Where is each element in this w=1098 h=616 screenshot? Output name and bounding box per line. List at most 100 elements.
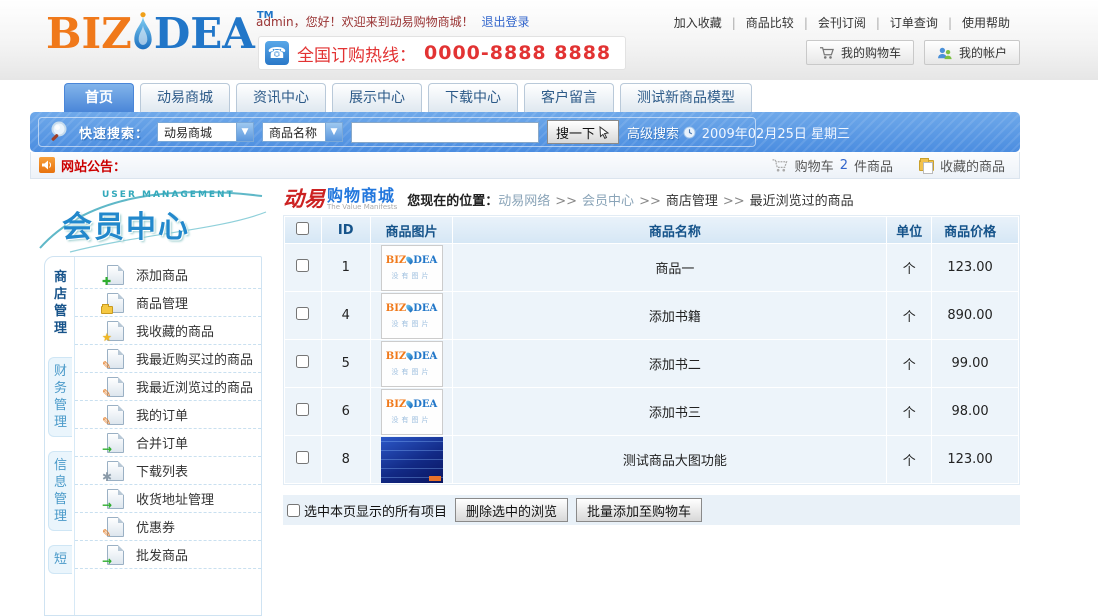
menu-my-favorites[interactable]: ★ 我收藏的商品 <box>75 317 261 345</box>
my-cart-label: 我的购物车 <box>841 44 901 61</box>
rail-tab-info-management[interactable]: 信息管理 <box>48 451 72 531</box>
menu-label: 优惠券 <box>136 517 175 536</box>
recently-viewed-table: ID 商品图片 商品名称 单位 商品价格 1 BIZDEA 没有图片 商品一 个… <box>283 215 1020 485</box>
link-help[interactable]: 使用帮助 <box>952 16 1020 30</box>
rail-tab-finance-management[interactable]: 财务管理 <box>48 357 72 437</box>
row-checkbox[interactable] <box>296 259 309 272</box>
menu-merge-orders[interactable]: → 合并订单 <box>75 429 261 457</box>
table-row: 4 BIZDEA 没有图片 添加书籍 个 890.00 <box>285 292 1018 339</box>
advanced-search-link[interactable]: 高级搜索 <box>627 123 679 142</box>
menu-shipping-address[interactable]: → 收货地址管理 <box>75 485 261 513</box>
product-name[interactable]: 商品一 <box>453 244 886 291</box>
breadcrumb-member-center[interactable]: 会员中心 <box>582 194 634 209</box>
rail-tab-sms[interactable]: 短 <box>48 545 72 574</box>
quick-search-label: 快速搜索： <box>79 123 149 142</box>
product-unit: 个 <box>887 244 931 291</box>
col-header-price: 商品价格 <box>932 217 1018 243</box>
category-rail: 商店管理 财务管理 信息管理 短 <box>45 257 75 615</box>
logout-link[interactable]: 退出登录 <box>481 15 529 29</box>
phone-icon: ☎ <box>265 41 289 65</box>
quick-search-band: 快速搜索： 动易商城 ▼ 商品名称 ▼ 搜一下 高级搜索 2009年02月25日… <box>30 112 1020 152</box>
menu-recently-bought[interactable]: ✎ 我最近购买过的商品 <box>75 345 261 373</box>
tab-home[interactable]: 首页 <box>64 83 134 112</box>
main-content: 动易 购物商城 The Value Manifests 您现在的位置：动易网络>… <box>283 183 1020 525</box>
search-button[interactable]: 搜一下 <box>547 120 619 144</box>
menu-label: 商品管理 <box>136 293 188 312</box>
tab-showcase[interactable]: 展示中心 <box>332 83 422 112</box>
my-account-label: 我的帐户 <box>959 44 1007 61</box>
select-all-control[interactable]: 选中本页显示的所有项目 <box>287 501 447 520</box>
flame-icon <box>130 10 156 54</box>
col-header-id: ID <box>322 217 370 243</box>
chevron-down-icon: ▼ <box>236 123 253 141</box>
col-header-unit: 单位 <box>887 217 931 243</box>
menu-wholesale[interactable]: → 批发商品 <box>75 541 261 569</box>
menu-recently-viewed[interactable]: ✎ 我最近浏览过的商品 <box>75 373 261 401</box>
my-account-button[interactable]: 我的帐户 <box>924 40 1020 65</box>
select-all-checkbox[interactable] <box>287 504 300 517</box>
cart-icon <box>819 46 835 60</box>
tab-test-model[interactable]: 测试新商品模型 <box>620 83 752 112</box>
menu-coupons[interactable]: ✎ 优惠券 <box>75 513 261 541</box>
rail-tab-shop-management[interactable]: 商店管理 <box>48 263 72 343</box>
cart-outline-icon <box>771 158 789 173</box>
breadcrumb-current-page: 最近浏览过的商品 <box>750 194 854 209</box>
search-input[interactable] <box>351 122 539 143</box>
product-thumbnail[interactable] <box>381 437 443 483</box>
select-all-header-checkbox[interactable] <box>296 222 309 235</box>
thumb-dea: DEA <box>413 399 437 410</box>
product-thumbnail[interactable]: BIZDEA 没有图片 <box>381 293 443 339</box>
my-cart-button[interactable]: 我的购物车 <box>806 40 914 65</box>
tab-mall[interactable]: 动易商城 <box>140 83 230 112</box>
product-price: 890.00 <box>932 292 1018 339</box>
favorites-label: 收藏的商品 <box>940 156 1005 175</box>
tab-news[interactable]: 资讯中心 <box>236 83 326 112</box>
breadcrumb-site[interactable]: 动易网络 <box>498 194 550 209</box>
main-nav: 首页 动易商城 资讯中心 展示中心 下载中心 客户留言 测试新商品模型 <box>64 81 752 112</box>
product-name[interactable]: 测试商品大图功能 <box>453 436 886 483</box>
menu-label: 下载列表 <box>136 461 188 480</box>
shop-logo: 动易 购物商城 The Value Manifests <box>283 188 397 211</box>
field-select[interactable]: 商品名称 ▼ <box>262 122 343 142</box>
product-thumbnail[interactable]: BIZDEA 没有图片 <box>381 245 443 291</box>
menu-product-management[interactable]: 商品管理 <box>75 289 261 317</box>
menu-label: 我最近购买过的商品 <box>136 349 253 368</box>
link-subscribe[interactable]: 会刊订阅 <box>808 16 876 30</box>
row-checkbox[interactable] <box>296 307 309 320</box>
menu-list: ✚ 添加商品 商品管理 ★ 我收藏的商品 ✎ 我最近购买过的商品 ✎ 我最近浏览… <box>75 257 261 615</box>
row-checkbox[interactable] <box>296 451 309 464</box>
gear-doc-icon: ✱ <box>107 461 124 481</box>
product-thumbnail[interactable]: BIZDEA 没有图片 <box>381 389 443 435</box>
batch-add-to-cart-button[interactable]: 批量添加至购物车 <box>576 498 702 522</box>
product-name[interactable]: 添加书二 <box>453 340 886 387</box>
row-checkbox[interactable] <box>296 403 309 416</box>
product-thumbnail[interactable]: BIZDEA 没有图片 <box>381 341 443 387</box>
users-icon <box>937 46 953 60</box>
menu-label: 合并订单 <box>136 433 188 452</box>
breadcrumb-shop-management[interactable]: 商店管理 <box>666 194 718 209</box>
favorites-link[interactable]: 收藏的商品 <box>919 156 1005 175</box>
menu-add-product[interactable]: ✚ 添加商品 <box>75 261 261 289</box>
menu-my-orders[interactable]: ✎ 我的订单 <box>75 401 261 429</box>
link-compare[interactable]: 商品比较 <box>736 16 804 30</box>
star-doc-icon: ★ <box>107 321 124 341</box>
site-select[interactable]: 动易商城 ▼ <box>157 122 254 142</box>
row-checkbox[interactable] <box>296 355 309 368</box>
magnifier-icon <box>49 120 71 144</box>
link-order-query[interactable]: 订单查询 <box>880 16 948 30</box>
quick-search-form: 快速搜索： 动易商城 ▼ 商品名称 ▼ 搜一下 高级搜索 <box>38 117 756 147</box>
tab-downloads[interactable]: 下载中心 <box>428 83 518 112</box>
product-unit: 个 <box>887 292 931 339</box>
menu-label: 添加商品 <box>136 265 188 284</box>
member-sidebar: USER MANAGEMENT 会员中心 商店管理 财务管理 信息管理 短 ✚ … <box>30 182 270 579</box>
product-name[interactable]: 添加书籍 <box>453 292 886 339</box>
product-name[interactable]: 添加书三 <box>453 388 886 435</box>
tab-guestbook[interactable]: 客户留言 <box>524 83 614 112</box>
delete-selected-button[interactable]: 删除选中的浏览 <box>455 498 568 522</box>
link-add-favorite[interactable]: 加入收藏 <box>664 16 732 30</box>
breadcrumb: 动易 购物商城 The Value Manifests 您现在的位置：动易网络>… <box>283 183 1020 215</box>
menu-download-list[interactable]: ✱ 下载列表 <box>75 457 261 485</box>
breadcrumb-prefix: 您现在的位置： <box>407 194 498 209</box>
edit-doc-icon: ✎ <box>107 377 124 397</box>
cart-status-link[interactable]: 购物车2件商品 <box>771 156 893 175</box>
